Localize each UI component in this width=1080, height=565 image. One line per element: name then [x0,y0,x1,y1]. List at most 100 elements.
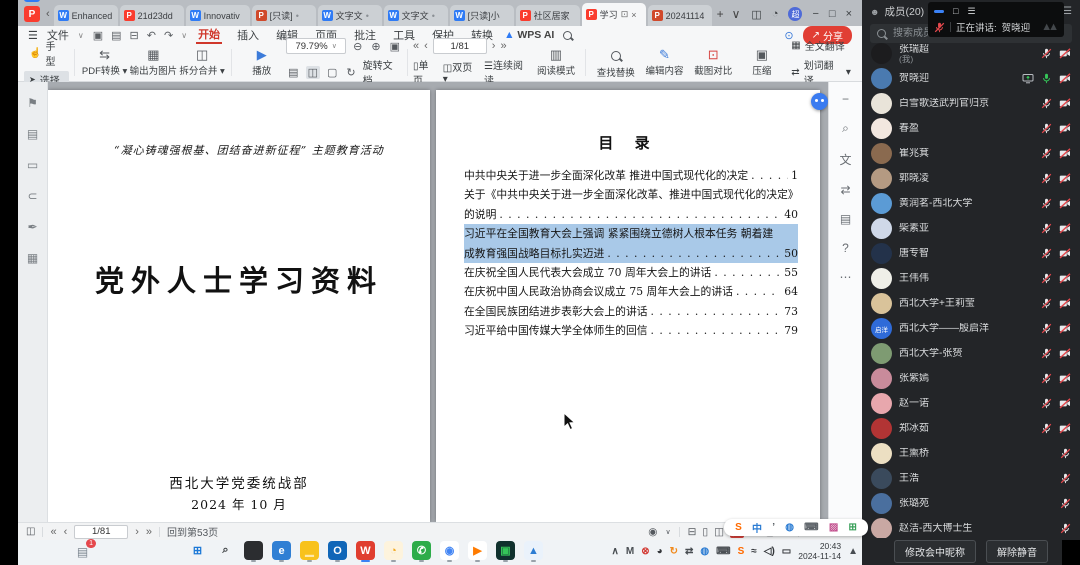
collapse-icon[interactable]: − [842,92,849,106]
translate-icon[interactable]: 文 [839,151,851,168]
document-tab[interactable]: P 20241114 • ⊡ × [648,5,712,26]
tray-blocked-icon[interactable]: ⊗ [641,546,649,557]
fit-page-icon[interactable]: ▤ [286,66,300,79]
ime-skin-icon[interactable]: ▨ [829,522,838,533]
edit-content-button[interactable]: ✎ 编辑内容 [640,46,689,79]
rename-button[interactable]: 修改会中昵称 [894,540,976,563]
pdf-convert-button[interactable]: ⇆ PDF转换 ▾ [80,46,129,79]
document-tab[interactable]: W 文字文 • ⊡ × [384,5,448,26]
member-row[interactable]: 柴素亚 [862,216,1080,241]
status-prev-page-icon[interactable]: ‹ [64,526,68,538]
mic-tray-icon[interactable]: ◍ [700,546,709,557]
export-image-button[interactable]: ▦ 输出为图片 [129,46,178,79]
member-row[interactable]: 启洋 西北大学——殷启洋 [862,316,1080,341]
tray-expand-icon[interactable]: ∧ [612,546,619,557]
play-button[interactable]: ▶ 播放 [237,46,286,79]
tencent-meeting[interactable]: ▣ [496,541,515,560]
tim-app[interactable]: ◔ [384,541,403,560]
ribbon-search-icon[interactable] [563,31,572,40]
document-tab[interactable]: P 21d23dd • ⊡ × [120,5,184,26]
wps-writer-logo[interactable]: W [24,0,40,2]
page-number-input[interactable] [433,38,487,54]
more-icon[interactable]: ⋯ [840,270,852,284]
menu-tab[interactable]: 开始 [196,26,222,44]
double-page-view-icon[interactable]: ◫ [714,526,724,538]
member-row[interactable]: 王伟伟 [862,266,1080,291]
ime-toolbox-icon[interactable]: ⊞ [849,522,857,533]
member-row[interactable]: 张璐苑 [862,491,1080,516]
prev-page-icon[interactable]: ‹ [424,40,428,52]
bookmark-icon[interactable]: ⚑ [27,96,38,110]
chrome[interactable]: ◉ [440,541,459,560]
read-eye-icon[interactable]: ◉ [648,526,657,538]
ime-mic-icon[interactable]: ◍ [785,522,794,533]
snapshot-button[interactable]: ⊡ 截图对比 [689,46,738,79]
photos-app[interactable]: ▲ [524,541,543,560]
back-to-page-link[interactable]: 回到第53页 [167,524,218,539]
outlook[interactable]: O [328,541,347,560]
sidebar-toggle-icon[interactable]: ◫ [26,526,35,537]
thumbnail-icon[interactable]: ▤ [27,127,38,141]
account-avatar[interactable]: 超 [788,7,802,21]
stamp-icon[interactable]: ▦ [27,251,38,265]
last-page-icon[interactable]: » [500,40,506,52]
status-page-input[interactable] [74,525,128,539]
first-page-icon[interactable]: « [413,40,419,52]
member-row[interactable]: 西北大学+王莉莹 [862,291,1080,316]
wps-office[interactable]: W [356,541,375,560]
file-menu-caret-icon[interactable]: ∨ [78,31,84,40]
member-row[interactable]: 张紫嫣 [862,366,1080,391]
member-row[interactable]: 郭晓凌 [862,166,1080,191]
start-button[interactable]: ⊞ [188,541,207,560]
tab-list-dropdown-icon[interactable]: ∨ [732,7,741,21]
new-window-icon[interactable]: ▣ [388,40,402,53]
wifi-icon[interactable]: ≈ [751,546,757,557]
member-row[interactable]: 春盈 [862,116,1080,141]
unmute-button[interactable]: 解除静音 [986,540,1048,563]
zoom-in-icon[interactable]: ⊕ [369,40,382,53]
overlay-minimize-icon[interactable] [934,10,944,13]
member-row[interactable]: 赵洁-西大博士生 [862,516,1080,538]
sliders-icon[interactable]: ⇄ [685,546,693,557]
eye-caret-icon[interactable]: ∨ [665,528,670,536]
hand-tool-button[interactable]: ☝ 手型 [24,37,69,69]
notification-bell-icon[interactable]: ▲ [848,546,858,557]
member-row[interactable]: 郑冰茹 [862,416,1080,441]
tray-app-m-icon[interactable]: M [626,546,634,557]
status-last-page-icon[interactable]: » [146,526,152,538]
document-tab[interactable]: W [只读]小 • ⊡ × [450,5,514,26]
panel-menu-icon[interactable]: ☰ [1063,6,1072,17]
redo-icon[interactable]: ↷ [164,29,173,42]
document-tab[interactable]: P 社区居家 • ⊡ × [516,5,580,26]
document-tab[interactable]: P 学习 • ⊡ × [582,3,646,26]
member-row[interactable]: 黄润茗-西北大学 [862,191,1080,216]
clock[interactable]: 20:43 2024-11-14 [798,541,841,561]
single-page-view-icon[interactable]: ▯ [702,526,708,538]
document-tab[interactable]: W Enhanced • ⊡ × [54,5,118,26]
taskbar-search[interactable]: ⌕ [216,541,235,560]
close-button[interactable]: × [846,8,852,20]
member-row[interactable]: 贺晓迎 [862,66,1080,91]
fit-width-icon[interactable]: ◫ [306,66,320,79]
document-tab[interactable]: W 文字文 • ⊡ × [318,5,382,26]
overlay-menu-icon[interactable]: ☰ [967,6,975,16]
reader-icon[interactable]: ▤ [840,212,851,226]
comment-icon[interactable]: ▭ [27,158,38,172]
zoom-caret-icon[interactable]: ∨ [332,42,337,50]
print-icon[interactable]: ⊟ [130,29,139,42]
next-page-icon[interactable]: › [492,40,496,52]
member-row[interactable]: 王浩 [862,466,1080,491]
member-row[interactable]: 张瑞超 (我) [862,41,1080,66]
qq-icon[interactable]: ◕ [657,546,663,557]
rotate-icon[interactable]: ↻ [344,66,357,79]
undo-icon[interactable]: ↶ [147,29,156,42]
signature-icon[interactable]: ✒ [27,220,37,234]
status-next-page-icon[interactable]: › [135,526,139,538]
tab-close-icon[interactable]: × [631,10,636,20]
file-explorer[interactable]: ▁ [300,541,319,560]
find-replace-button[interactable]: 查找替换 [591,46,640,79]
fit-height-icon[interactable]: ⊟ [688,526,697,538]
mail-app-icon[interactable]: ▤ 1 [73,542,92,561]
globe-icon[interactable]: ◔ [772,8,779,20]
app-dark[interactable] [244,541,263,560]
